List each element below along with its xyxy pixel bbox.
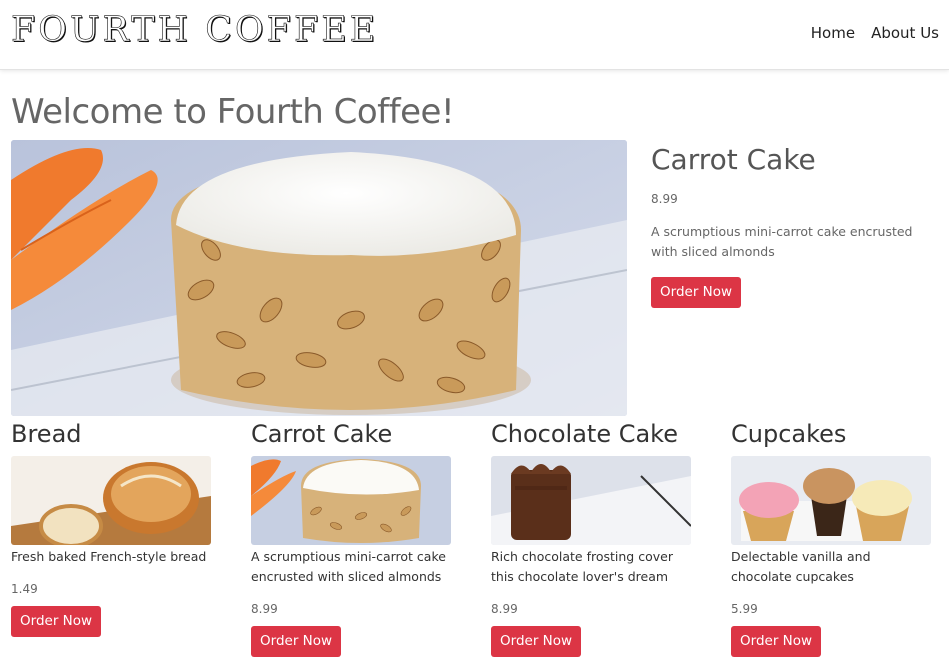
chocolate-cake-image bbox=[491, 456, 691, 545]
featured-description: A scrumptious mini-carrot cake encrusted… bbox=[651, 224, 913, 259]
product-title: Chocolate Cake bbox=[491, 420, 678, 448]
featured-title: Carrot Cake bbox=[651, 143, 816, 176]
chocolate-cake-photo-icon bbox=[491, 456, 691, 545]
product-price: 8.99 bbox=[491, 602, 518, 616]
order-now-button[interactable]: Order Now bbox=[251, 626, 342, 657]
cupcakes-image bbox=[731, 456, 931, 545]
brand-logo[interactable]: Fourth Coffee bbox=[11, 10, 378, 51]
product-card-carrot-cake: Carrot Cake A scrumptious mini-carrot ca… bbox=[251, 418, 451, 657]
product-description: Delectable vanilla and chocolate cupcake… bbox=[731, 549, 871, 584]
product-card-cupcakes: Cupcakes Delectable vanilla and chocolat… bbox=[731, 418, 931, 657]
product-description: Fresh baked French-style bread bbox=[11, 549, 207, 564]
featured-product: Carrot Cake 8.99 A scrumptious mini-carr… bbox=[651, 142, 941, 308]
carrot-cake-illustration bbox=[11, 140, 627, 416]
featured-price: 8.99 bbox=[651, 192, 678, 206]
product-card-bread: Bread Fresh baked French-style bread 1.4… bbox=[11, 418, 211, 637]
product-title: Carrot Cake bbox=[251, 420, 393, 448]
navbar: Fourth Coffee Home About Us bbox=[0, 0, 949, 70]
product-price: 8.99 bbox=[251, 602, 278, 616]
order-now-button[interactable]: Order Now bbox=[491, 626, 582, 657]
product-description: Rich chocolate frosting cover this choco… bbox=[491, 549, 673, 584]
bread-image bbox=[11, 456, 211, 545]
featured-order-now-button[interactable]: Order Now bbox=[651, 277, 742, 308]
product-title: Cupcakes bbox=[731, 420, 847, 448]
product-title: Bread bbox=[11, 420, 82, 448]
product-price: 1.49 bbox=[11, 582, 38, 596]
bread-photo-icon bbox=[11, 456, 211, 545]
nav-links: Home About Us bbox=[811, 24, 939, 42]
product-price: 5.99 bbox=[731, 602, 758, 616]
carrot-cake-photo-icon bbox=[251, 456, 451, 545]
product-description: A scrumptious mini-carrot cake encrusted… bbox=[251, 549, 446, 584]
page-title: Welcome to Fourth Coffee! bbox=[11, 92, 455, 132]
nav-about-link[interactable]: About Us bbox=[871, 24, 939, 42]
featured-carrot-cake-image bbox=[11, 140, 627, 416]
cupcakes-photo-icon bbox=[731, 456, 931, 545]
order-now-button[interactable]: Order Now bbox=[11, 606, 102, 637]
nav-home-link[interactable]: Home bbox=[811, 24, 855, 42]
order-now-button[interactable]: Order Now bbox=[731, 626, 822, 657]
carrot-cake-image bbox=[251, 456, 451, 545]
product-card-chocolate-cake: Chocolate Cake Rich chocolate frosting c… bbox=[491, 418, 691, 657]
